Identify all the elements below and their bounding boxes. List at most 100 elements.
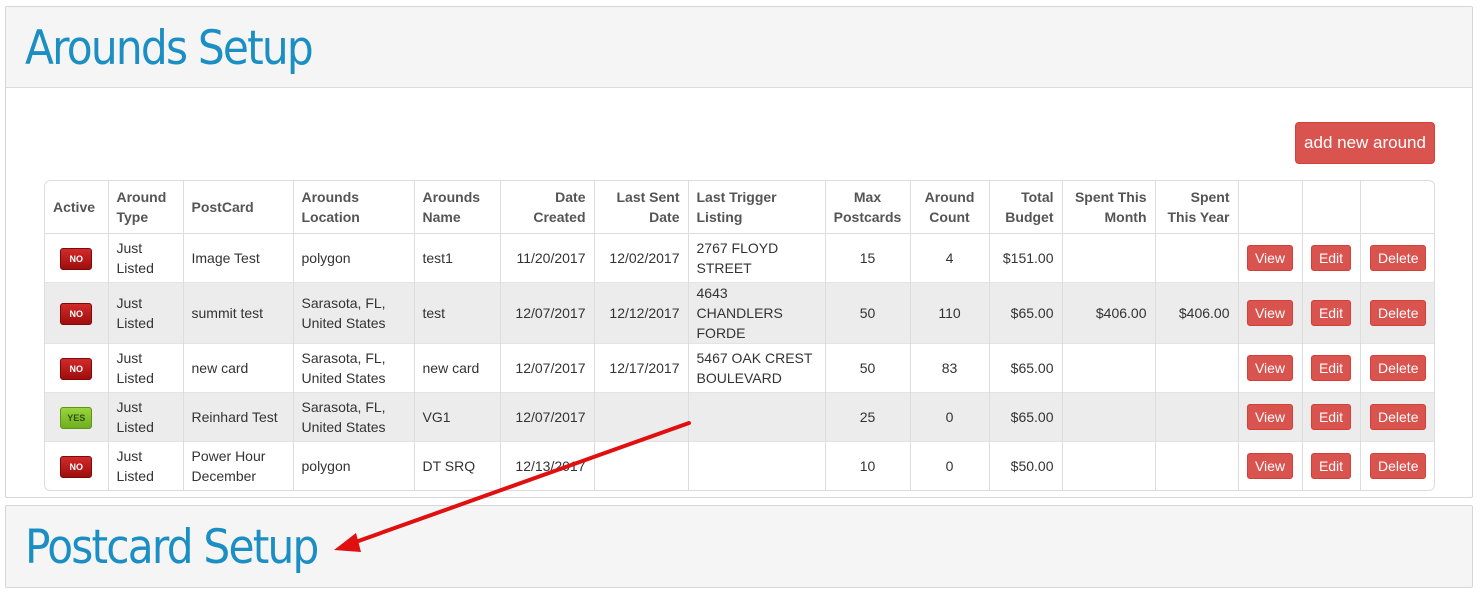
column-header bbox=[1302, 181, 1361, 234]
cell-name: test1 bbox=[414, 233, 501, 283]
cell-created: 12/07/2017 bbox=[500, 282, 595, 344]
action-cell: Delete bbox=[1360, 234, 1434, 283]
edit-button[interactable]: Edit bbox=[1310, 453, 1352, 479]
cell-postcard: Image Test bbox=[183, 233, 294, 283]
cell-spent-year bbox=[1155, 392, 1239, 442]
column-header: Spent This Year bbox=[1155, 181, 1239, 234]
column-header: Around Count bbox=[910, 181, 990, 234]
cell-postcard: new card bbox=[183, 343, 294, 393]
action-cell: View bbox=[1238, 441, 1303, 490]
cell-postcard: Power Hour December bbox=[183, 441, 294, 490]
table-row: NO Just Listed summit test Sarasota, FL, Un… bbox=[45, 282, 1434, 344]
cell-last-sent: 12/17/2017 bbox=[594, 343, 689, 393]
cell-location: Sarasota, FL, United States bbox=[293, 282, 415, 344]
cell-name: new card bbox=[414, 343, 501, 393]
edit-button[interactable]: Edit bbox=[1310, 245, 1352, 271]
edit-button[interactable]: Edit bbox=[1310, 355, 1352, 381]
cell-created: 12/07/2017 bbox=[500, 392, 595, 442]
arounds-panel-header: Arounds Setup bbox=[6, 7, 1472, 88]
active-status-badge[interactable]: NO bbox=[60, 302, 93, 325]
edit-button[interactable]: Edit bbox=[1310, 300, 1352, 326]
cell-postcard: summit test bbox=[183, 282, 294, 344]
add-new-around-button[interactable]: add new around bbox=[1295, 122, 1435, 164]
view-button[interactable]: View bbox=[1246, 300, 1294, 326]
view-button[interactable]: View bbox=[1246, 355, 1294, 381]
active-cell: NO bbox=[45, 343, 109, 393]
active-cell: NO bbox=[45, 233, 109, 283]
cell-trigger: 4643 CHANDLERS FORDE bbox=[688, 282, 826, 344]
column-header: PostCard bbox=[183, 181, 294, 234]
delete-button[interactable]: Delete bbox=[1370, 245, 1427, 271]
action-cell: View bbox=[1238, 233, 1303, 283]
cell-name: test bbox=[414, 282, 501, 344]
cell-budget: $65.00 bbox=[989, 343, 1063, 393]
action-cell: Edit bbox=[1302, 392, 1361, 442]
active-cell: NO bbox=[45, 282, 109, 344]
cell-trigger bbox=[688, 392, 826, 442]
cell-location: Sarasota, FL, United States bbox=[293, 343, 415, 393]
cell-budget: $151.00 bbox=[989, 233, 1063, 283]
cell-name: DT SRQ bbox=[414, 441, 501, 490]
delete-button[interactable]: Delete bbox=[1370, 300, 1427, 326]
cell-max: 50 bbox=[825, 343, 911, 393]
cell-max: 10 bbox=[825, 441, 911, 490]
table-row: NO Just Listed Image Test polygon test1 11/20… bbox=[45, 233, 1434, 283]
action-cell: View bbox=[1238, 282, 1303, 344]
action-cell: Edit bbox=[1302, 282, 1361, 344]
action-cell: Delete bbox=[1360, 392, 1434, 442]
column-header: Spent This Month bbox=[1062, 181, 1156, 234]
cell-spent-month bbox=[1062, 343, 1156, 393]
cell-postcard: Reinhard Test bbox=[183, 392, 294, 442]
action-cell: View bbox=[1238, 392, 1303, 442]
column-header: Date Created bbox=[500, 181, 595, 234]
cell-type: Just Listed bbox=[108, 343, 184, 393]
cell-created: 12/13/2017 bbox=[500, 441, 595, 490]
active-cell: NO bbox=[45, 441, 109, 490]
cell-created: 12/07/2017 bbox=[500, 343, 595, 393]
edit-button[interactable]: Edit bbox=[1310, 404, 1352, 430]
cell-budget: $65.00 bbox=[989, 282, 1063, 344]
cell-location: polygon bbox=[293, 441, 415, 490]
cell-spent-year bbox=[1155, 343, 1239, 393]
cell-count: 83 bbox=[910, 343, 990, 393]
delete-button[interactable]: Delete bbox=[1370, 355, 1427, 381]
cell-trigger bbox=[688, 441, 826, 490]
column-header: Around Type bbox=[108, 181, 184, 234]
view-button[interactable]: View bbox=[1246, 404, 1294, 430]
cell-budget: $50.00 bbox=[989, 441, 1063, 490]
view-button[interactable]: View bbox=[1246, 245, 1294, 271]
table-header-row: Active Around Type PostCard Arounds Locatio… bbox=[45, 181, 1434, 234]
cell-type: Just Listed bbox=[108, 441, 184, 490]
cell-trigger: 5467 OAK CREST BOULEVARD bbox=[688, 343, 826, 393]
action-cell: Edit bbox=[1302, 233, 1361, 283]
delete-button[interactable]: Delete bbox=[1370, 404, 1427, 430]
column-header: Last Sent Date bbox=[594, 181, 689, 234]
action-cell: View bbox=[1238, 343, 1303, 393]
column-header: Arounds Location bbox=[293, 181, 415, 234]
cell-spent-year bbox=[1155, 441, 1239, 490]
cell-type: Just Listed bbox=[108, 282, 184, 344]
active-status-badge[interactable]: NO bbox=[60, 455, 93, 478]
action-cell: Edit bbox=[1302, 343, 1361, 393]
delete-button[interactable]: Delete bbox=[1370, 453, 1427, 479]
active-status-badge[interactable]: NO bbox=[60, 247, 93, 270]
column-header: Arounds Name bbox=[414, 181, 501, 234]
cell-max: 25 bbox=[825, 392, 911, 442]
cell-last-sent bbox=[594, 392, 689, 442]
cell-created: 11/20/2017 bbox=[500, 233, 595, 283]
cell-count: 110 bbox=[910, 282, 990, 344]
cell-count: 4 bbox=[910, 233, 990, 283]
cell-trigger: 2767 FLOYD STREET bbox=[688, 233, 826, 283]
table-row: YES Just Listed Reinhard Test Sarasota, FL,… bbox=[45, 392, 1434, 442]
arounds-table: Active Around Type PostCard Arounds Locatio… bbox=[44, 180, 1435, 491]
column-header: Total Budget bbox=[989, 181, 1063, 234]
cell-location: polygon bbox=[293, 233, 415, 283]
active-status-badge[interactable]: YES bbox=[60, 406, 93, 429]
cell-location: Sarasota, FL, United States bbox=[293, 392, 415, 442]
cell-max: 15 bbox=[825, 233, 911, 283]
column-header: Max Postcards bbox=[825, 181, 911, 234]
active-status-badge[interactable]: NO bbox=[60, 357, 93, 380]
cell-spent-year: $406.00 bbox=[1155, 282, 1239, 344]
view-button[interactable]: View bbox=[1246, 453, 1294, 479]
cell-count: 0 bbox=[910, 441, 990, 490]
